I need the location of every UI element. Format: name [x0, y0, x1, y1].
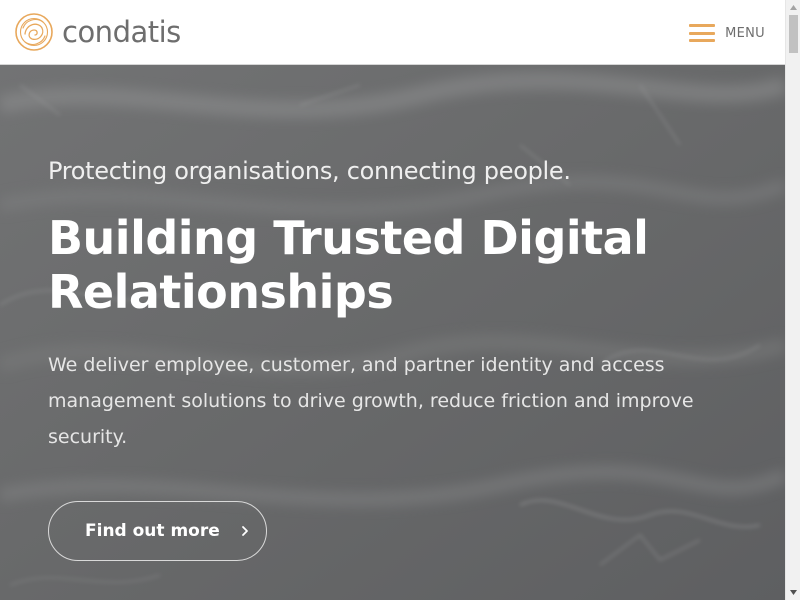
logo-text: condatis: [62, 15, 181, 49]
chevron-right-icon: [241, 526, 248, 536]
site-header: condatis MENU: [0, 0, 785, 65]
hamburger-icon: [689, 23, 716, 43]
hero-description: We deliver employee, customer, and partn…: [48, 354, 694, 448]
hero-title: Building Trusted Digital Relationships: [48, 211, 649, 319]
menu-button[interactable]: MENU: [689, 20, 765, 46]
page-scrollbar[interactable]: [785, 0, 800, 600]
find-out-more-button[interactable]: Find out more: [48, 501, 267, 561]
scroll-thumb[interactable]: [789, 15, 798, 53]
scroll-up-arrow-icon[interactable]: [786, 0, 800, 15]
cta-label: Find out more: [85, 521, 220, 541]
hero-tagline: Protecting organisations, connecting peo…: [48, 157, 571, 185]
logo-link[interactable]: condatis: [14, 12, 181, 52]
scroll-down-arrow-icon[interactable]: [786, 585, 800, 600]
page: condatis MENU Protecting organisations, …: [0, 0, 800, 600]
condatis-logo-icon: [15, 13, 53, 51]
menu-label: MENU: [725, 25, 765, 41]
hero-section: Protecting organisations, connecting peo…: [0, 65, 785, 600]
